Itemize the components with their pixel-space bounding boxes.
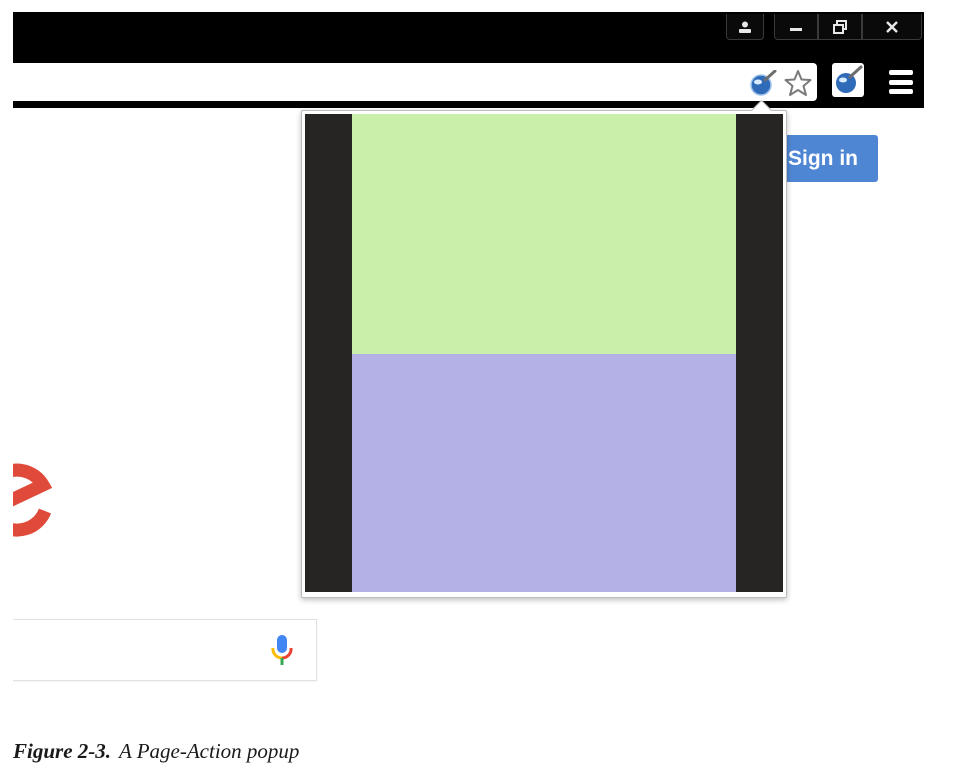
search-box[interactable] <box>13 619 317 681</box>
microphone-icon[interactable] <box>271 634 293 668</box>
browser-toolbar <box>13 60 924 108</box>
page-action-icon[interactable] <box>749 70 777 96</box>
menu-bar-line <box>889 70 913 75</box>
restore-icon[interactable] <box>818 14 862 40</box>
sign-in-button[interactable]: Sign in <box>779 135 878 182</box>
popup-bottom-panel <box>352 354 736 592</box>
hamburger-menu-icon[interactable] <box>889 70 913 94</box>
caption-text: A Page-Action popup <box>119 739 300 763</box>
minimize-icon[interactable] <box>774 14 818 40</box>
star-icon[interactable] <box>783 68 813 98</box>
window-controls <box>726 14 922 40</box>
title-bar <box>13 12 924 60</box>
page-action-popup <box>301 99 787 598</box>
close-icon[interactable] <box>862 14 922 40</box>
browser-screenshot: Sign in <box>13 12 924 702</box>
popup-content <box>305 114 783 592</box>
menu-bar-line <box>889 89 913 94</box>
figure-caption: Figure 2-3. A Page-Action popup <box>13 739 299 764</box>
extension-icon[interactable] <box>832 63 864 97</box>
popup-top-panel <box>352 114 736 354</box>
logo-letter-fragment <box>13 463 53 537</box>
figure-label: Figure 2-3. <box>13 739 112 763</box>
user-icon[interactable] <box>726 14 764 40</box>
omnibox[interactable] <box>13 63 817 101</box>
menu-bar-line <box>889 79 913 85</box>
